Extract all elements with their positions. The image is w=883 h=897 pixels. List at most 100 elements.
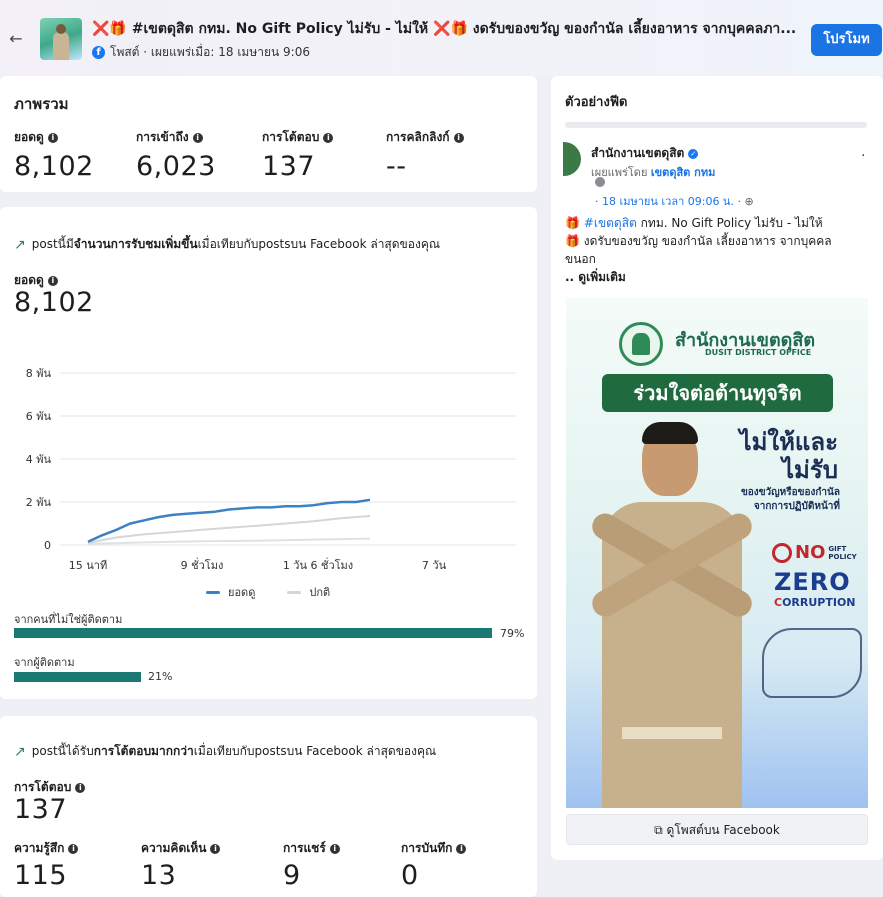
metric-link-clicks: การคลิกลิงก์ i --	[386, 128, 464, 182]
publisher-link[interactable]: เขตดุสิต กทม	[651, 166, 715, 179]
interactions-card: ↗ postนี้ได้รับการโต้ตอบมากกว่าเมื่อเทีย…	[0, 716, 537, 897]
metric-value: 137	[262, 151, 316, 182]
post-image[interactable]: สำนักงานเขตดุสิต DUSIT DISTRICT OFFICE ร…	[566, 298, 868, 808]
page-name[interactable]: สำนักงานเขตดุสิต ✓	[591, 144, 699, 163]
info-icon[interactable]: i	[329, 843, 340, 854]
more-options-icon[interactable]: ·	[861, 148, 865, 164]
views-value: 8,102	[14, 287, 94, 318]
metric-value: 8,102	[14, 151, 94, 182]
post-caption: 🎁 #เขตดุสิต กทม. No Gift Policy ไม่รับ -…	[565, 214, 875, 286]
district-seal-logo	[619, 322, 663, 366]
chart-legend: ยอดดู ปกติ	[206, 583, 330, 601]
back-arrow-icon[interactable]: ←	[6, 29, 26, 49]
post-header: ← ❌🎁 #เขตดุสิต กทม. No Gift Policy ไม่รั…	[0, 0, 883, 76]
metric-value: 115	[14, 860, 68, 891]
see-more-link[interactable]: .. ดูเพิ่มเติม	[565, 268, 875, 286]
view-on-facebook-button[interactable]: ⧉ ดูโพสต์บน Facebook	[566, 814, 868, 845]
metric-label: การเข้าถึง i	[136, 128, 216, 147]
officer-figure	[587, 422, 757, 808]
hand-refusing-money-sketch	[762, 628, 862, 698]
metric-reach: การเข้าถึง i 6,023	[136, 128, 216, 182]
post-title: ❌🎁 #เขตดุสิต กทม. No Gift Policy ไม่รับ …	[92, 21, 797, 37]
non-follower-bar-fill	[14, 628, 492, 638]
interactions-trend-headline: ↗ postนี้ได้รับการโต้ตอบมากกว่าเมื่อเทีย…	[14, 742, 436, 761]
page-avatar[interactable]	[563, 142, 581, 176]
metric-views: ยอดดู i 8,102	[14, 128, 94, 182]
post-thumbnail[interactable]	[40, 18, 82, 60]
metric-label: การบันทึก i	[401, 839, 467, 858]
non-follower-label: จากคนที่ไม่ใช่ผู้ติดตาม	[14, 613, 123, 626]
views-line-chart: 0 2 พัน 4 พัน 6 พัน 8 พัน 15 นาที 9 ชั่วโมง 1 ว…	[26, 367, 516, 572]
verified-badge-icon: ✓	[688, 148, 699, 159]
views-trend-headline: ↗ postนี้มีจำนวนการรับชมเพิ่มขึ้นเมื่อเท…	[14, 235, 440, 254]
y-tick-label: 6 พัน	[26, 410, 52, 423]
trend-up-icon: ↗	[14, 236, 26, 253]
info-icon[interactable]: i	[453, 132, 464, 143]
thumbnail-head-shape	[56, 24, 66, 34]
info-icon[interactable]: i	[456, 843, 467, 854]
non-follower-percent: 79%	[500, 627, 525, 640]
non-follower-bar	[14, 628, 492, 638]
views-card: ↗ postนี้มีจำนวนการรับชมเพิ่มขึ้นเมื่อเท…	[0, 207, 537, 699]
metric-value: 13	[141, 860, 177, 891]
legend-item-normal[interactable]: ปกติ	[287, 583, 330, 601]
preview-divider	[565, 122, 867, 128]
metric-label: การโต้ตอบ i	[262, 128, 334, 147]
page-name-text[interactable]: สำนักงานเขตดุสิต	[591, 144, 684, 163]
legend-item-views[interactable]: ยอดดู	[206, 583, 255, 601]
metric-label: ความรู้สึก i	[14, 839, 79, 858]
metric-label: ความคิดเห็น i	[141, 839, 221, 858]
caption-line: ขนอก	[565, 252, 596, 266]
metric-value: 6,023	[136, 151, 216, 182]
metric-saves: การบันทึก i 0	[401, 839, 467, 891]
info-icon[interactable]: i	[47, 132, 58, 143]
metric-value: --	[386, 151, 407, 182]
post-meta: f โพสต์ · เผยแพร่เมื่อ: 18 เมษายน 9:06	[92, 43, 310, 62]
promote-button[interactable]: โปรโมท	[811, 24, 882, 56]
image-banner: ร่วมใจต่อต้านทุจริต	[602, 374, 833, 412]
globe-icon: ⊕	[744, 195, 754, 208]
x-tick-label: 7 วัน	[422, 559, 447, 572]
overview-title: ภาพรวม	[14, 95, 69, 113]
trend-up-icon: ↗	[14, 743, 26, 760]
legend-swatch	[287, 590, 302, 594]
feed-preview-card: ตัวอย่างฟีด สำนักงานเขตดุสิต ✓ · เผยแพร่…	[551, 76, 883, 860]
x-tick-label: 1 วัน 6 ชั่วโมง	[283, 557, 353, 572]
published-by: เผยแพร่โดย เขตดุสิต กทม	[591, 166, 716, 179]
follower-percent: 21%	[148, 670, 173, 683]
y-tick-label: 0	[44, 539, 51, 552]
info-icon[interactable]: i	[68, 843, 79, 854]
hashtag-link[interactable]: #เขตดุสิต	[584, 216, 637, 230]
facebook-icon: f	[92, 46, 105, 59]
series-line	[87, 537, 371, 545]
metric-label: การคลิกลิงก์ i	[386, 128, 464, 147]
metric-shares: การแชร์ i 9	[283, 839, 340, 891]
image-subtext: ของขวัญหรือของกำนัล จากการปฏิบัติหน้าที่	[740, 487, 840, 512]
post-date[interactable]: · 18 เมษายน เวลา 09:06 น. · ⊕	[595, 192, 754, 210]
image-office-en: DUSIT DISTRICT OFFICE	[705, 348, 812, 357]
follower-bar-fill	[14, 672, 141, 682]
interactions-headline-text: postนี้ได้รับการโต้ตอบมากกว่าเมื่อเทียบก…	[31, 744, 437, 758]
y-tick-label: 8 พัน	[26, 367, 52, 380]
follower-bar	[14, 672, 619, 682]
y-tick-label: 2 พัน	[26, 496, 52, 509]
thumbnail-person-shape	[53, 32, 69, 60]
metric-interactions: การโต้ตอบ i 137	[262, 128, 334, 182]
info-icon[interactable]: i	[210, 843, 221, 854]
metric-label: การแชร์ i	[283, 839, 340, 858]
legend-label: ปกติ	[309, 586, 331, 599]
info-icon[interactable]: i	[192, 132, 203, 143]
gift-icon: 🎁	[565, 234, 580, 248]
info-icon[interactable]: i	[323, 132, 334, 143]
x-tick-label: 15 นาที	[69, 559, 107, 572]
metric-label: ยอดดู i	[14, 128, 94, 147]
prohibited-icon	[772, 542, 792, 563]
officer-hair	[642, 422, 698, 444]
info-icon[interactable]: i	[47, 275, 58, 286]
feed-preview-title: ตัวอย่างฟีด	[565, 95, 628, 110]
info-icon[interactable]: i	[75, 782, 86, 793]
location-pin-icon	[595, 177, 605, 187]
metric-reactions: ความรู้สึก i 115	[14, 839, 79, 891]
external-link-icon: ⧉	[654, 823, 663, 837]
metric-value: 0	[401, 860, 419, 891]
